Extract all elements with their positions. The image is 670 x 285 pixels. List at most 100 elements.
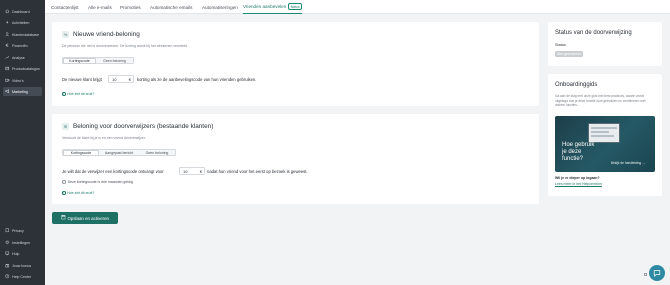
bolt-icon <box>5 20 10 25</box>
option-geen-beloning[interactable]: Geen beloning <box>139 150 175 156</box>
sidebar-item-videos[interactable]: Video's <box>3 76 42 85</box>
arrow-right-icon: → <box>642 161 646 165</box>
sidebar-item-label: Productcatalogus <box>12 66 40 71</box>
sidebar-item-label: Analyse <box>12 55 25 60</box>
tab-automatiseringen[interactable]: Automatiseringen <box>202 0 238 14</box>
sidebar-item-productcatalogus[interactable]: Productcatalogus <box>3 64 42 73</box>
sidebar-item-marketing[interactable]: Marketing <box>3 87 42 96</box>
percent-icon: % <box>62 31 69 38</box>
onboarding-text: Ga aan de slag met onze gids met best pr… <box>555 94 646 108</box>
save-icon <box>61 215 66 221</box>
tab-contactenlijst[interactable]: Contactenlijst <box>51 0 79 14</box>
discount-amount-input[interactable]: 10 € <box>108 75 134 83</box>
reward-type-toggle: Kortingscode Geen beloning <box>62 57 134 64</box>
deeper-question: Wil je er dieper op ingaan? <box>555 176 600 180</box>
card-subtitle: Verstuurt de klant bij je is en een vrie… <box>62 136 146 140</box>
book-icon <box>5 228 10 233</box>
laptop-image <box>588 123 620 143</box>
validity-label: Deze kortingscode is drie maanden geldig <box>67 180 133 184</box>
help-icon <box>5 251 10 256</box>
video-icon <box>5 78 10 83</box>
check-icon: ✓ <box>62 180 66 184</box>
sidebar-item-label: Marketing <box>12 89 28 94</box>
sidebar-item-label: Privacy <box>12 228 24 233</box>
referrer-sentence-start: Je wilt dat de verwijzer een kortingscod… <box>62 169 164 174</box>
referrer-reward-card: ✉ Beloning voor doorverwijzers (bestaand… <box>52 114 539 204</box>
eye-icon: i <box>62 92 66 96</box>
card-title: Nieuwe vriend-beloning <box>73 31 140 38</box>
sidebar-item-instellingen[interactable]: Instellingen <box>3 238 42 247</box>
tab-alle-emails[interactable]: Alle e-mails <box>88 0 112 14</box>
sidebar-item-label: Instellingen <box>12 240 31 245</box>
discount-value: 10 <box>112 76 117 82</box>
user-icon <box>5 32 10 37</box>
sidebar-item-label: Jouw bonus <box>12 263 32 268</box>
referrer-value: 10 <box>183 168 188 174</box>
sidebar-item-label: Dashboard <box>12 9 30 14</box>
tab-promoties[interactable]: Promoties <box>120 0 141 14</box>
home-icon <box>5 9 10 14</box>
sidebar-item-help-center[interactable]: Help Center <box>3 272 42 281</box>
square-icon <box>644 273 647 276</box>
eye-icon: i <box>62 191 66 195</box>
validity-option[interactable]: ✓ Deze kortingscode is drie maanden geld… <box>62 180 133 184</box>
chart-icon <box>5 55 10 60</box>
onboarding-video[interactable]: Hoe gebruik je deze functie? Bekijk de h… <box>555 116 655 172</box>
tab-label: Vrienden aanbevelen <box>243 4 287 9</box>
video-title: Hoe gebruik je deze functie? <box>562 142 595 162</box>
new-friend-reward-card: % Nieuwe vriend-beloning De persoon die … <box>52 22 539 106</box>
video-cta[interactable]: Bekijk de handleiding → <box>611 161 645 165</box>
gift-icon: ✉ <box>62 123 69 130</box>
box-icon <box>5 66 10 71</box>
question-icon <box>5 274 10 279</box>
euro-unit: € <box>128 76 131 82</box>
sidebar-item-bonus[interactable]: Jouw bonus <box>3 261 42 270</box>
help-center-link[interactable]: Lees meer in het Helpcentrum <box>555 182 602 186</box>
gift-icon <box>5 263 10 268</box>
chat-help-button[interactable] <box>649 265 665 281</box>
sidebar-item-label: Video's <box>12 78 24 83</box>
megaphone-icon <box>5 89 10 94</box>
sidebar-item-label: Help Center <box>12 274 32 279</box>
preview-link-label: Hoe ziet dit eruit? <box>67 191 95 195</box>
status-title: Status van de doorverwijzing <box>555 30 632 36</box>
option-kortingscode[interactable]: Kortingscode <box>63 149 99 156</box>
sidebar-item-label: Financiën <box>12 43 28 48</box>
preview-link[interactable]: i Hoe ziet dit eruit? <box>62 92 94 96</box>
reward-sentence-start: De nieuwe klant krijgt <box>62 77 102 82</box>
option-aangepast-bericht[interactable]: Aangepast bericht <box>99 150 139 156</box>
euro-icon <box>5 43 10 48</box>
sidebar-item-privacy[interactable]: Privacy <box>3 226 42 235</box>
preview-link-label: Hoe ziet dit eruit? <box>67 92 95 96</box>
referrer-amount-input[interactable]: 10 € <box>179 167 205 175</box>
referrer-reward-type-toggle: Kortingscode Aangepast bericht Geen belo… <box>62 149 176 156</box>
onboarding-title: Onboardinggids <box>555 82 598 88</box>
sidebar-item-label: Klantendatabase <box>12 32 39 37</box>
status-badge: Niet geactiveerd <box>555 51 583 57</box>
sidebar-item-activiteiten[interactable]: Activiteiten <box>3 18 42 27</box>
new-badge: Nieuw <box>288 3 303 10</box>
save-and-activate-button[interactable]: Opslaan en activeren <box>52 212 118 224</box>
sidebar-item-label: Activiteiten <box>12 20 30 25</box>
sidebar-item-klantendatabase[interactable]: Klantendatabase <box>3 30 42 39</box>
tab-bar: Contactenlijst Alle e-mails Promoties Au… <box>45 0 670 14</box>
status-label: Status <box>555 43 566 47</box>
euro-unit: € <box>199 168 202 174</box>
referrer-sentence-end: nadat hun vriend voor het eerst op bezoe… <box>207 169 308 174</box>
option-geen-beloning[interactable]: Geen beloning <box>96 58 133 64</box>
status-card: Status van de doorverwijzing Status Niet… <box>548 22 662 66</box>
card-subtitle: De persoon die net is doorverwezen. De k… <box>62 44 188 48</box>
sidebar-item-label: Hulp <box>12 251 20 256</box>
sidebar-item-dashboard[interactable]: Dashboard <box>3 7 42 16</box>
gear-icon <box>5 240 10 245</box>
option-kortingscode[interactable]: Kortingscode <box>63 57 96 64</box>
tab-automatische-emails[interactable]: Automatische emails <box>150 0 192 14</box>
card-title: Beloning voor doorverwijzers (bestaande … <box>73 123 214 130</box>
save-button-label: Opslaan en activeren <box>67 215 110 221</box>
tab-vrienden-aanbevelen[interactable]: Vrienden aanbevelen Nieuw <box>243 0 303 14</box>
sidebar-item-hulp[interactable]: Hulp <box>3 249 42 258</box>
preview-link[interactable]: i Hoe ziet dit eruit? <box>62 191 94 195</box>
reward-sentence-end: korting als ze de aanbevelingscode van h… <box>137 77 257 82</box>
sidebar-item-analyse[interactable]: Analyse <box>3 53 42 62</box>
sidebar-item-financien[interactable]: Financiën <box>3 41 42 50</box>
